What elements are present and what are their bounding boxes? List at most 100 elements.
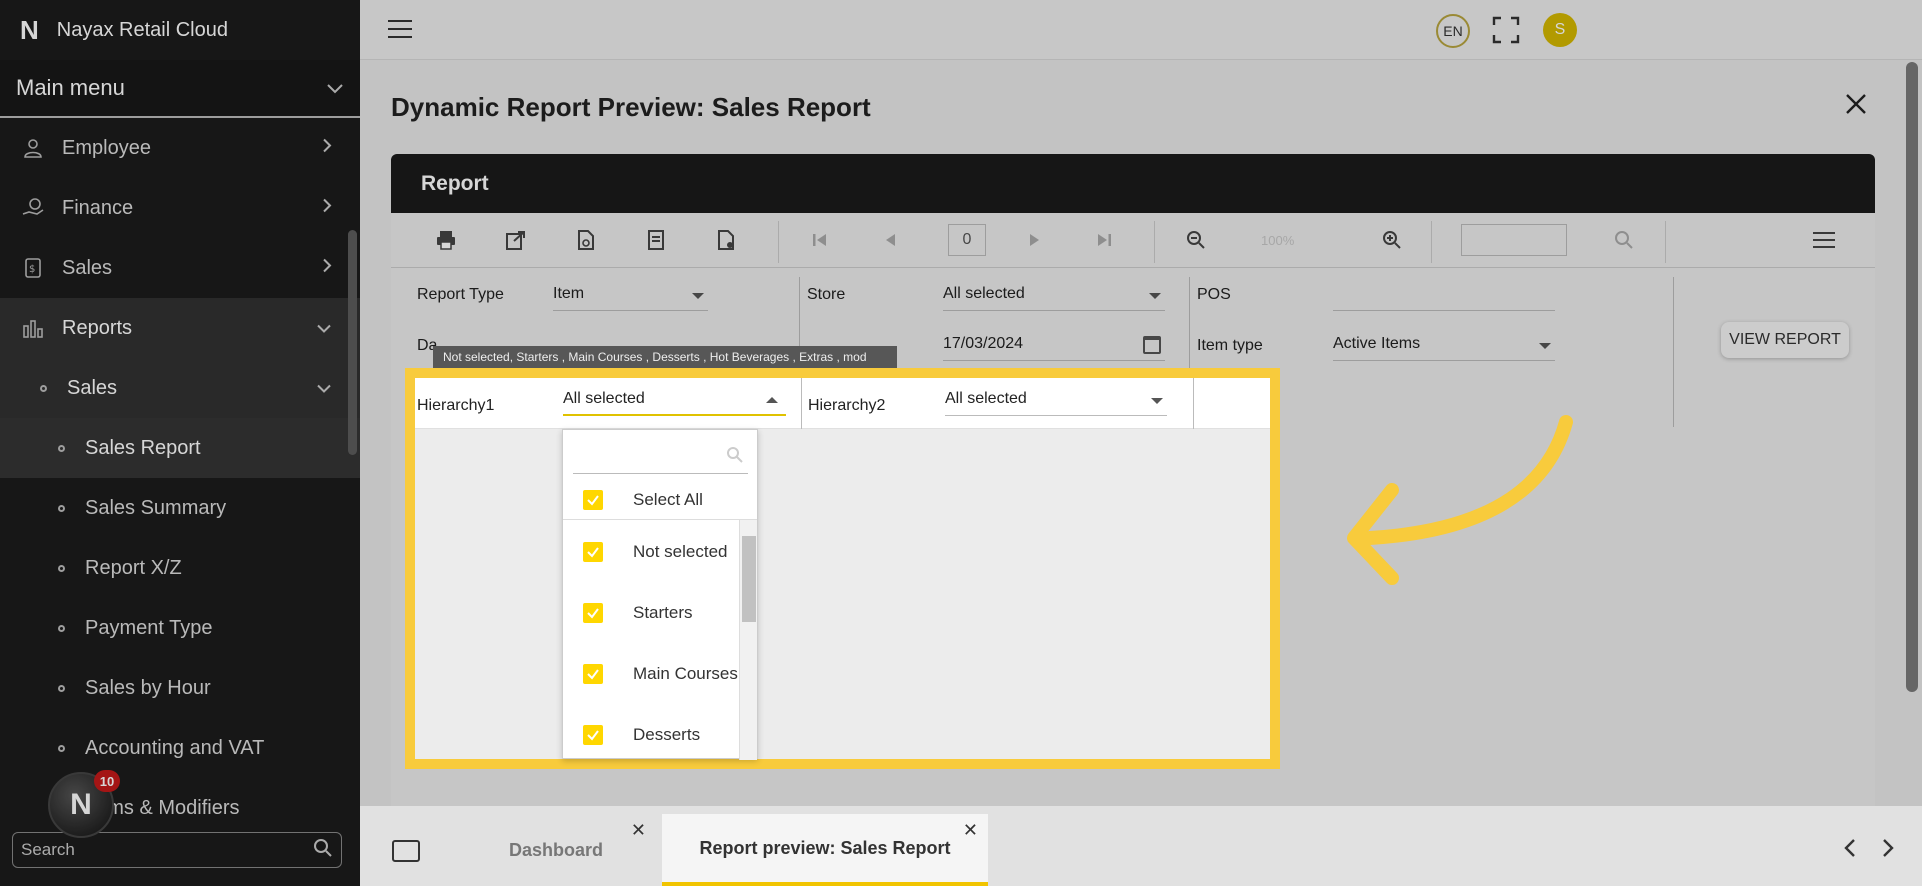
dropdown-option[interactable]: Desserts: [563, 715, 743, 755]
date-to-input[interactable]: 17/03/2024: [943, 331, 1165, 361]
scrollbar-thumb[interactable]: [742, 536, 756, 622]
tabs-overview-icon[interactable]: [392, 840, 420, 862]
find-input[interactable]: [1461, 224, 1567, 256]
calendar-icon[interactable]: [1143, 336, 1161, 354]
close-icon[interactable]: [1842, 92, 1870, 120]
reports-icon: [18, 313, 48, 343]
export-icon[interactable]: [503, 227, 529, 253]
sidebar-item-label: Sales Summary: [85, 496, 227, 519]
main-menu-header[interactable]: Main menu: [0, 60, 360, 118]
checkbox-checked-icon: [583, 489, 603, 510]
zoom-out-icon[interactable]: [1183, 227, 1209, 253]
sidebar-item-sales[interactable]: $ Sales: [0, 238, 360, 298]
close-icon[interactable]: ✕: [963, 820, 978, 841]
store-select[interactable]: All selected: [943, 281, 1165, 311]
sales-icon: $: [18, 253, 48, 283]
date-to-value: 17/03/2024: [943, 335, 1024, 352]
bullet-icon: [58, 744, 65, 752]
dropdown-search-input[interactable]: [573, 440, 748, 474]
language-button[interactable]: EN: [1436, 14, 1470, 48]
zoom-in-icon[interactable]: [1379, 227, 1405, 253]
tab-scroll-arrows[interactable]: [1844, 838, 1896, 864]
report-type-value: Item: [553, 285, 585, 302]
main-menu-label: Main menu: [16, 75, 125, 100]
toolbar-divider: [1431, 221, 1432, 263]
column-divider: [1673, 277, 1674, 427]
document-icon[interactable]: [643, 227, 669, 253]
report-toolbar: 0 100%: [391, 213, 1875, 268]
toolbar-divider: [1154, 221, 1155, 263]
sidebar-item-label: Reports: [62, 316, 133, 339]
first-page-icon[interactable]: [807, 227, 833, 253]
previous-page-icon[interactable]: [878, 227, 904, 253]
sidebar-search-input[interactable]: Search: [12, 832, 342, 868]
select-all-option[interactable]: Select All: [563, 480, 757, 520]
user-avatar[interactable]: S: [1543, 13, 1577, 47]
employee-icon: [18, 133, 48, 163]
fullscreen-icon[interactable]: [1492, 16, 1520, 44]
sidebar-item-sales-summary[interactable]: Sales Summary: [0, 478, 360, 538]
hierarchy1-select[interactable]: All selected: [563, 386, 786, 416]
checkbox-checked-icon: [583, 542, 603, 562]
finance-icon: [18, 193, 48, 223]
sidebar-item-accounting-vat[interactable]: Accounting and VAT: [0, 718, 360, 778]
chevron-down-icon: [326, 75, 344, 101]
hierarchy1-label: Hierarchy1: [417, 397, 495, 414]
sidebar-item-label: Finance: [62, 196, 134, 219]
sidebar-item-reports-sales[interactable]: Sales: [0, 358, 360, 418]
store-value: All selected: [943, 285, 1025, 302]
export-document-icon[interactable]: [573, 227, 599, 253]
sidebar: N Nayax Retail Cloud Main menu Employee …: [0, 0, 360, 886]
toolbar-divider: [1665, 221, 1666, 263]
sidebar-item-report-xz[interactable]: Report X/Z: [0, 538, 360, 598]
report-type-select[interactable]: Item: [553, 281, 708, 311]
tab-label: Dashboard: [508, 839, 604, 860]
report-header: Report: [391, 154, 1875, 213]
tab-report-preview[interactable]: Report preview: Sales Report ✕: [662, 814, 988, 886]
hamburger-menu-icon[interactable]: [388, 20, 412, 44]
sidebar-item-finance[interactable]: Finance: [0, 178, 360, 238]
sidebar-scrollbar[interactable]: [348, 230, 357, 455]
chevron-right-icon: [322, 138, 332, 159]
search-icon[interactable]: [1611, 227, 1637, 253]
column-divider: [801, 378, 802, 429]
topbar: EN S: [360, 0, 1922, 60]
sidebar-item-employee[interactable]: Employee: [0, 118, 360, 178]
dropdown-option[interactable]: Main Courses: [563, 654, 743, 694]
close-icon[interactable]: ✕: [631, 820, 646, 841]
sidebar-item-label: Sales by Hour: [85, 676, 211, 699]
nayax-assistant-button[interactable]: N 10: [48, 770, 120, 838]
document-settings-icon[interactable]: [713, 227, 739, 253]
menu-icon[interactable]: [1811, 227, 1837, 253]
brand[interactable]: N Nayax Retail Cloud: [0, 0, 360, 60]
caret-up-icon: [766, 397, 778, 403]
svg-text:$: $: [29, 264, 35, 275]
last-page-icon[interactable]: [1091, 227, 1117, 253]
sidebar-item-payment-type[interactable]: Payment Type: [0, 598, 360, 658]
print-icon[interactable]: [433, 227, 459, 253]
tab-dashboard[interactable]: Dashboard ✕: [456, 814, 656, 886]
dropdown-option[interactable]: Starters: [563, 593, 743, 633]
dropdown-option[interactable]: Not selected: [563, 532, 743, 572]
pointer-arrow-icon: [1347, 415, 1573, 585]
chevron-right-icon: [322, 198, 332, 219]
page-number-input[interactable]: 0: [948, 224, 986, 256]
sidebar-item-sales-by-hour[interactable]: Sales by Hour: [0, 658, 360, 718]
caret-down-icon: [1149, 293, 1161, 299]
checkbox-checked-icon: [583, 603, 603, 623]
sidebar-item-reports[interactable]: Reports: [0, 298, 360, 358]
sidebar-item-sales-report[interactable]: Sales Report: [0, 418, 360, 478]
item-type-value: Active Items: [1333, 335, 1421, 352]
dropdown-scrollbar[interactable]: [739, 520, 757, 760]
zoom-level-select[interactable]: 100%: [1261, 233, 1294, 248]
pos-select[interactable]: [1333, 281, 1555, 311]
view-report-button[interactable]: VIEW REPORT: [1721, 322, 1849, 358]
item-type-select[interactable]: Active Items: [1333, 331, 1555, 361]
next-page-icon[interactable]: [1021, 227, 1047, 253]
chevron-down-icon: [316, 378, 332, 399]
hierarchy2-value: All selected: [945, 390, 1027, 407]
hierarchy2-select[interactable]: All selected: [945, 386, 1167, 416]
page-scrollbar[interactable]: [1906, 62, 1918, 692]
checkbox-checked-icon: [583, 725, 603, 745]
item-type-label: Item type: [1197, 337, 1263, 354]
